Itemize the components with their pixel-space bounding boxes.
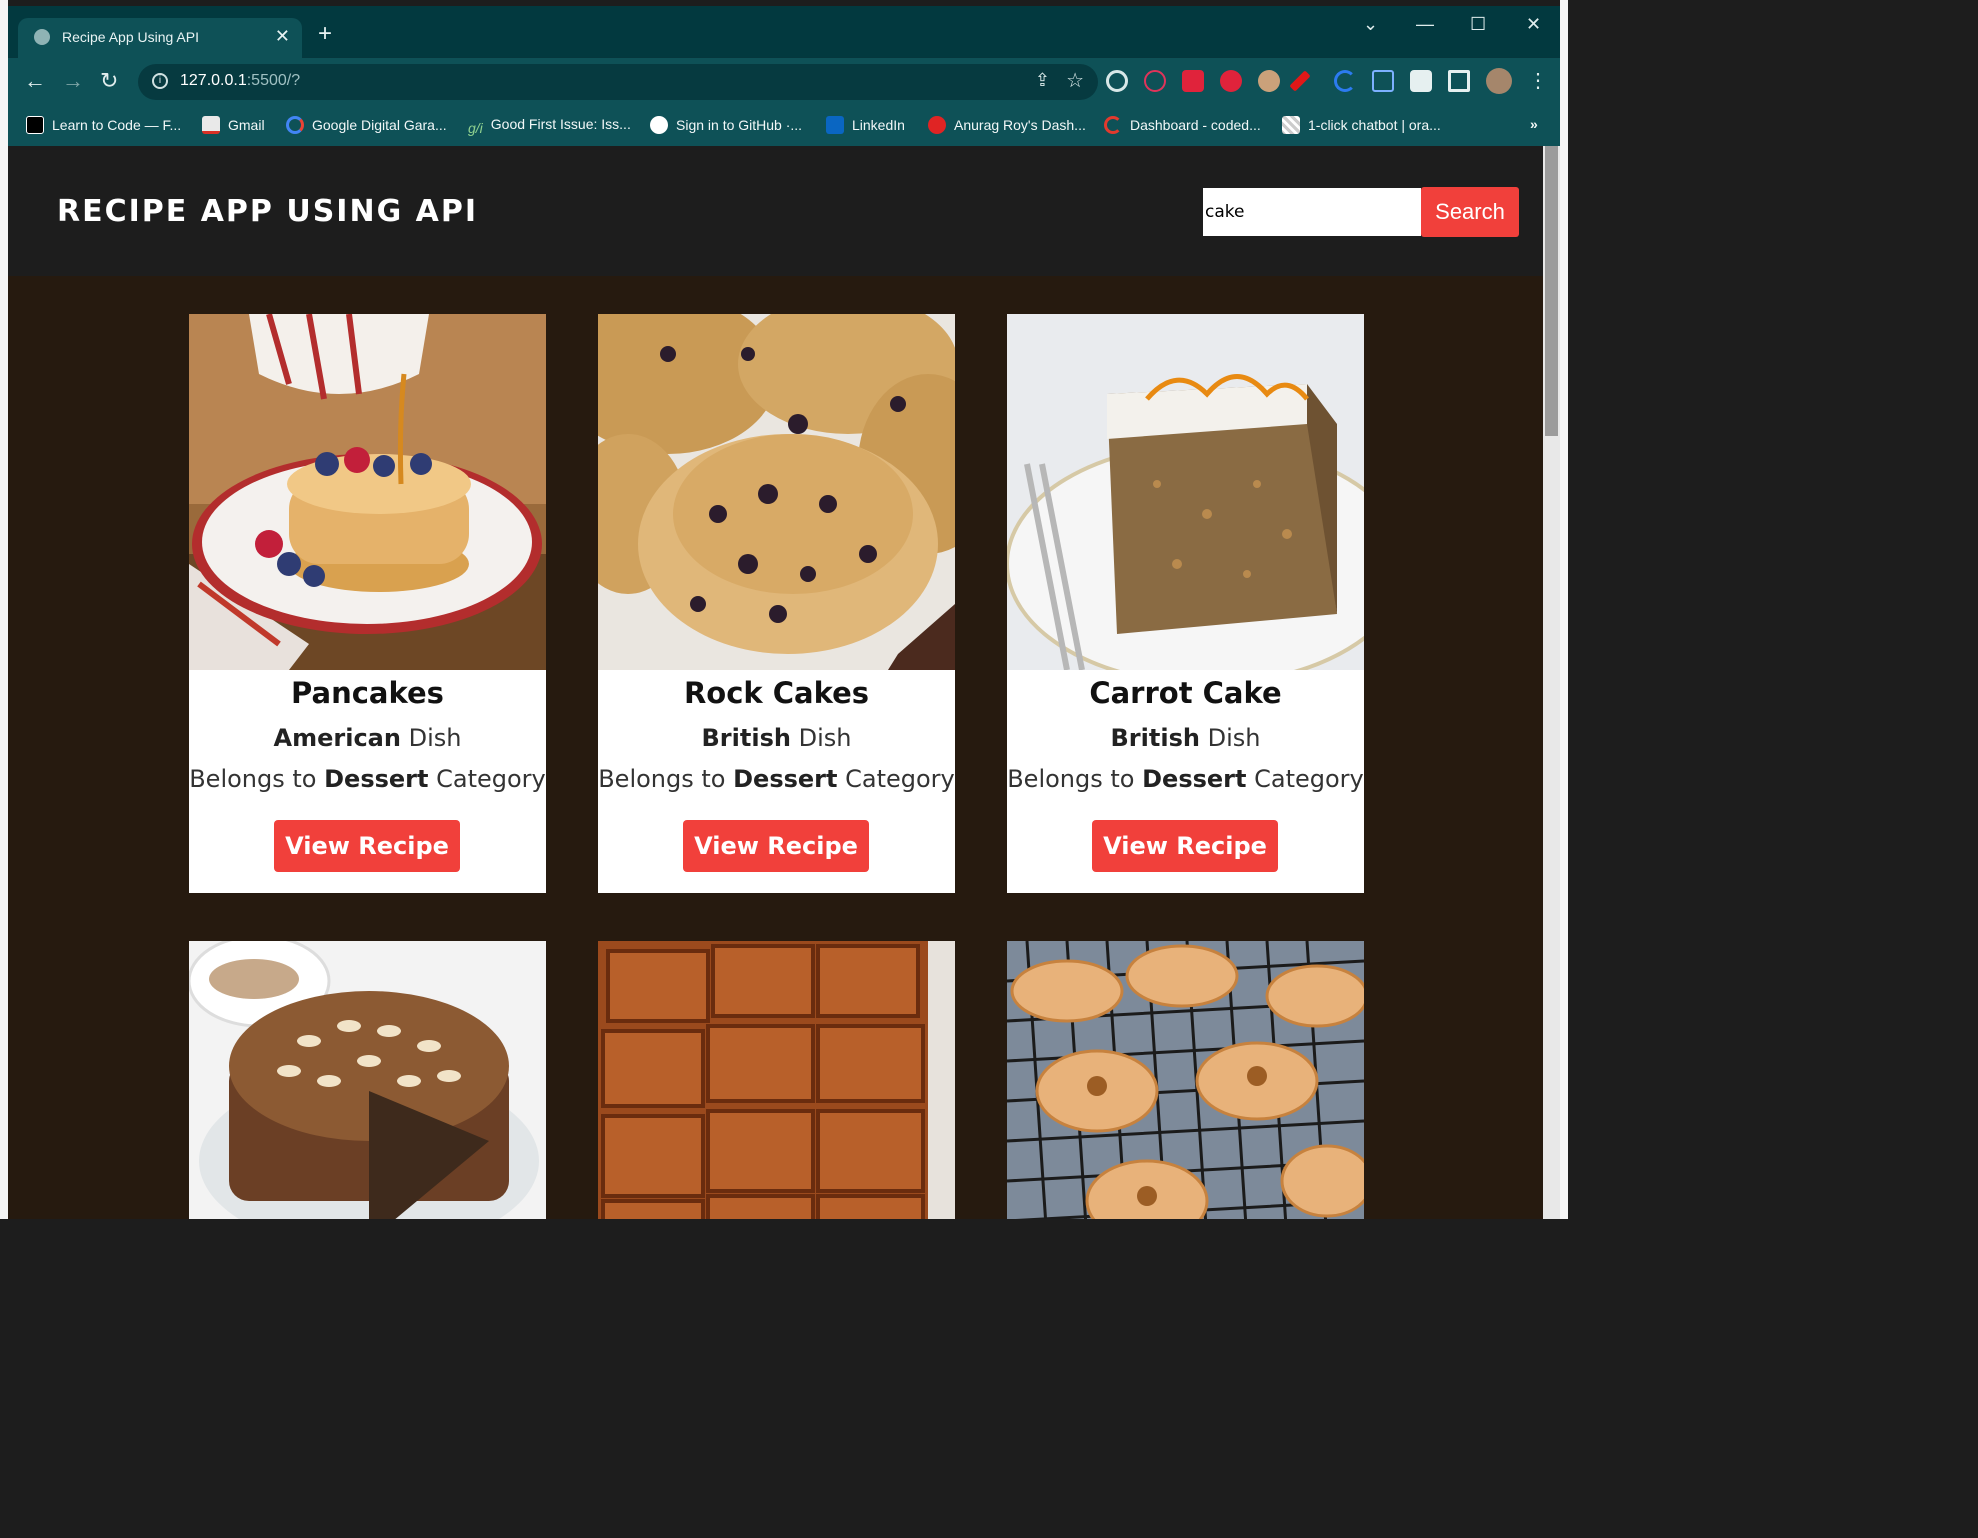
view-recipe-button[interactable]: View Recipe [1092, 820, 1278, 872]
address-bar[interactable]: i 127.0.0.1:5500/? ⇪ ☆ [138, 64, 1098, 100]
recipe-card [1007, 941, 1364, 1219]
extension-owl-icon[interactable] [1258, 70, 1280, 92]
site-header: RECIPE APP USING API Search [8, 146, 1543, 276]
profile-avatar[interactable] [1486, 68, 1512, 94]
bookmark-item[interactable]: Google Digital Gara... [286, 116, 447, 134]
recipe-card: Rock Cakes British Dish Belongs to Desse… [598, 314, 955, 893]
extensions-puzzle-icon[interactable] [1410, 70, 1432, 92]
bookmark-item[interactable]: Learn to Code — F... [26, 116, 181, 134]
recipe-area: British Dish [1110, 724, 1261, 752]
extension-search-icon[interactable] [1372, 70, 1394, 92]
extension-play-icon[interactable] [1144, 70, 1166, 92]
back-button[interactable]: ← [24, 68, 46, 94]
browser-toolbar: ← → ↻ i 127.0.0.1:5500/? ⇪ ☆ ⋮ [8, 58, 1560, 106]
browser-window: Recipe App Using API ✕ + ⌄ — ☐ ✕ ← → ↻ i… [8, 6, 1560, 146]
search-button[interactable]: Search [1421, 187, 1519, 237]
scrollbar-thumb[interactable] [1545, 146, 1558, 436]
bookmark-item[interactable]: 1-click chatbot | ora... [1282, 116, 1441, 134]
recipe-name: Carrot Cake [1089, 676, 1282, 710]
recipe-name: Rock Cakes [683, 676, 870, 710]
extension-target-icon[interactable] [1106, 70, 1128, 92]
page-scrollbar[interactable] [1543, 146, 1560, 1219]
bookmark-item[interactable]: Gmail [202, 116, 265, 134]
recipe-image-rock-cakes [598, 314, 955, 670]
recipe-category: Belongs to Dessert Category [189, 765, 546, 793]
bookmarks-overflow-button[interactable]: » [1530, 116, 1538, 132]
menu-kebab-icon[interactable]: ⋮ [1528, 68, 1548, 93]
recipe-name: Pancakes [291, 676, 444, 710]
close-tab-icon[interactable]: ✕ [275, 26, 290, 47]
minimize-button[interactable]: — [1416, 14, 1434, 35]
recipe-area: British Dish [701, 724, 852, 752]
search-input[interactable] [1203, 188, 1421, 236]
tab-title: Recipe App Using API [62, 29, 199, 45]
recipe-card: Carrot Cake British Dish Belongs to Dess… [1007, 314, 1364, 893]
site-title: RECIPE APP USING API [57, 194, 479, 229]
bookmark-item[interactable]: g/i Good First Issue: Iss... [468, 116, 631, 138]
side-panel-icon[interactable] [1448, 70, 1470, 92]
page-viewport: RECIPE APP USING API Search [8, 146, 1543, 1219]
desktop-edge-right [1560, 0, 1568, 1219]
extension-c-icon[interactable] [1334, 70, 1356, 92]
recipe-card [598, 941, 955, 1219]
bookmark-item[interactable]: Dashboard - coded... [1104, 116, 1261, 134]
adblock-plus-icon[interactable] [1220, 70, 1242, 92]
view-recipe-button[interactable]: View Recipe [274, 820, 460, 872]
browser-tab[interactable]: Recipe App Using API ✕ [18, 18, 302, 58]
share-icon[interactable]: ⇪ [1035, 70, 1050, 91]
globe-icon [34, 29, 50, 45]
recipe-image-pancakes [189, 314, 546, 670]
forward-button[interactable]: → [62, 68, 84, 94]
extension-red-icon[interactable] [1182, 70, 1204, 92]
bookmarks-bar: Learn to Code — F... Gmail Google Digita… [8, 106, 1560, 146]
site-info-icon[interactable]: i [152, 73, 168, 89]
recipe-image-dundee-cake [189, 941, 546, 1219]
desktop-edge-left [0, 0, 8, 1219]
extension-pen-icon[interactable] [1289, 70, 1311, 92]
maximize-button[interactable]: ☐ [1470, 14, 1486, 35]
view-recipe-button[interactable]: View Recipe [683, 820, 869, 872]
recipe-card: Pancakes American Dish Belongs to Desser… [189, 314, 546, 893]
recipe-card [189, 941, 546, 1219]
tab-strip: Recipe App Using API ✕ + ⌄ — ☐ ✕ [8, 6, 1560, 58]
recipe-category: Belongs to Dessert Category [1007, 765, 1364, 793]
tab-search-icon[interactable]: ⌄ [1363, 14, 1378, 35]
bookmark-item[interactable]: Anurag Roy's Dash... [928, 116, 1086, 134]
recipe-image-carrot-cake [1007, 314, 1364, 670]
bookmark-item[interactable]: Sign in to GitHub ·... [650, 116, 802, 134]
bookmark-item[interactable]: LinkedIn [826, 116, 905, 134]
url-text: 127.0.0.1:5500/? [180, 72, 301, 89]
reload-button[interactable]: ↻ [100, 68, 118, 94]
new-tab-button[interactable]: + [318, 20, 332, 48]
recipe-category: Belongs to Dessert Category [598, 765, 955, 793]
recipe-image-pastries [1007, 941, 1364, 1219]
recipe-image-treacle-tart [598, 941, 955, 1219]
close-window-button[interactable]: ✕ [1526, 14, 1541, 35]
bookmark-star-icon[interactable]: ☆ [1066, 68, 1084, 93]
recipe-area: American Dish [273, 724, 462, 752]
